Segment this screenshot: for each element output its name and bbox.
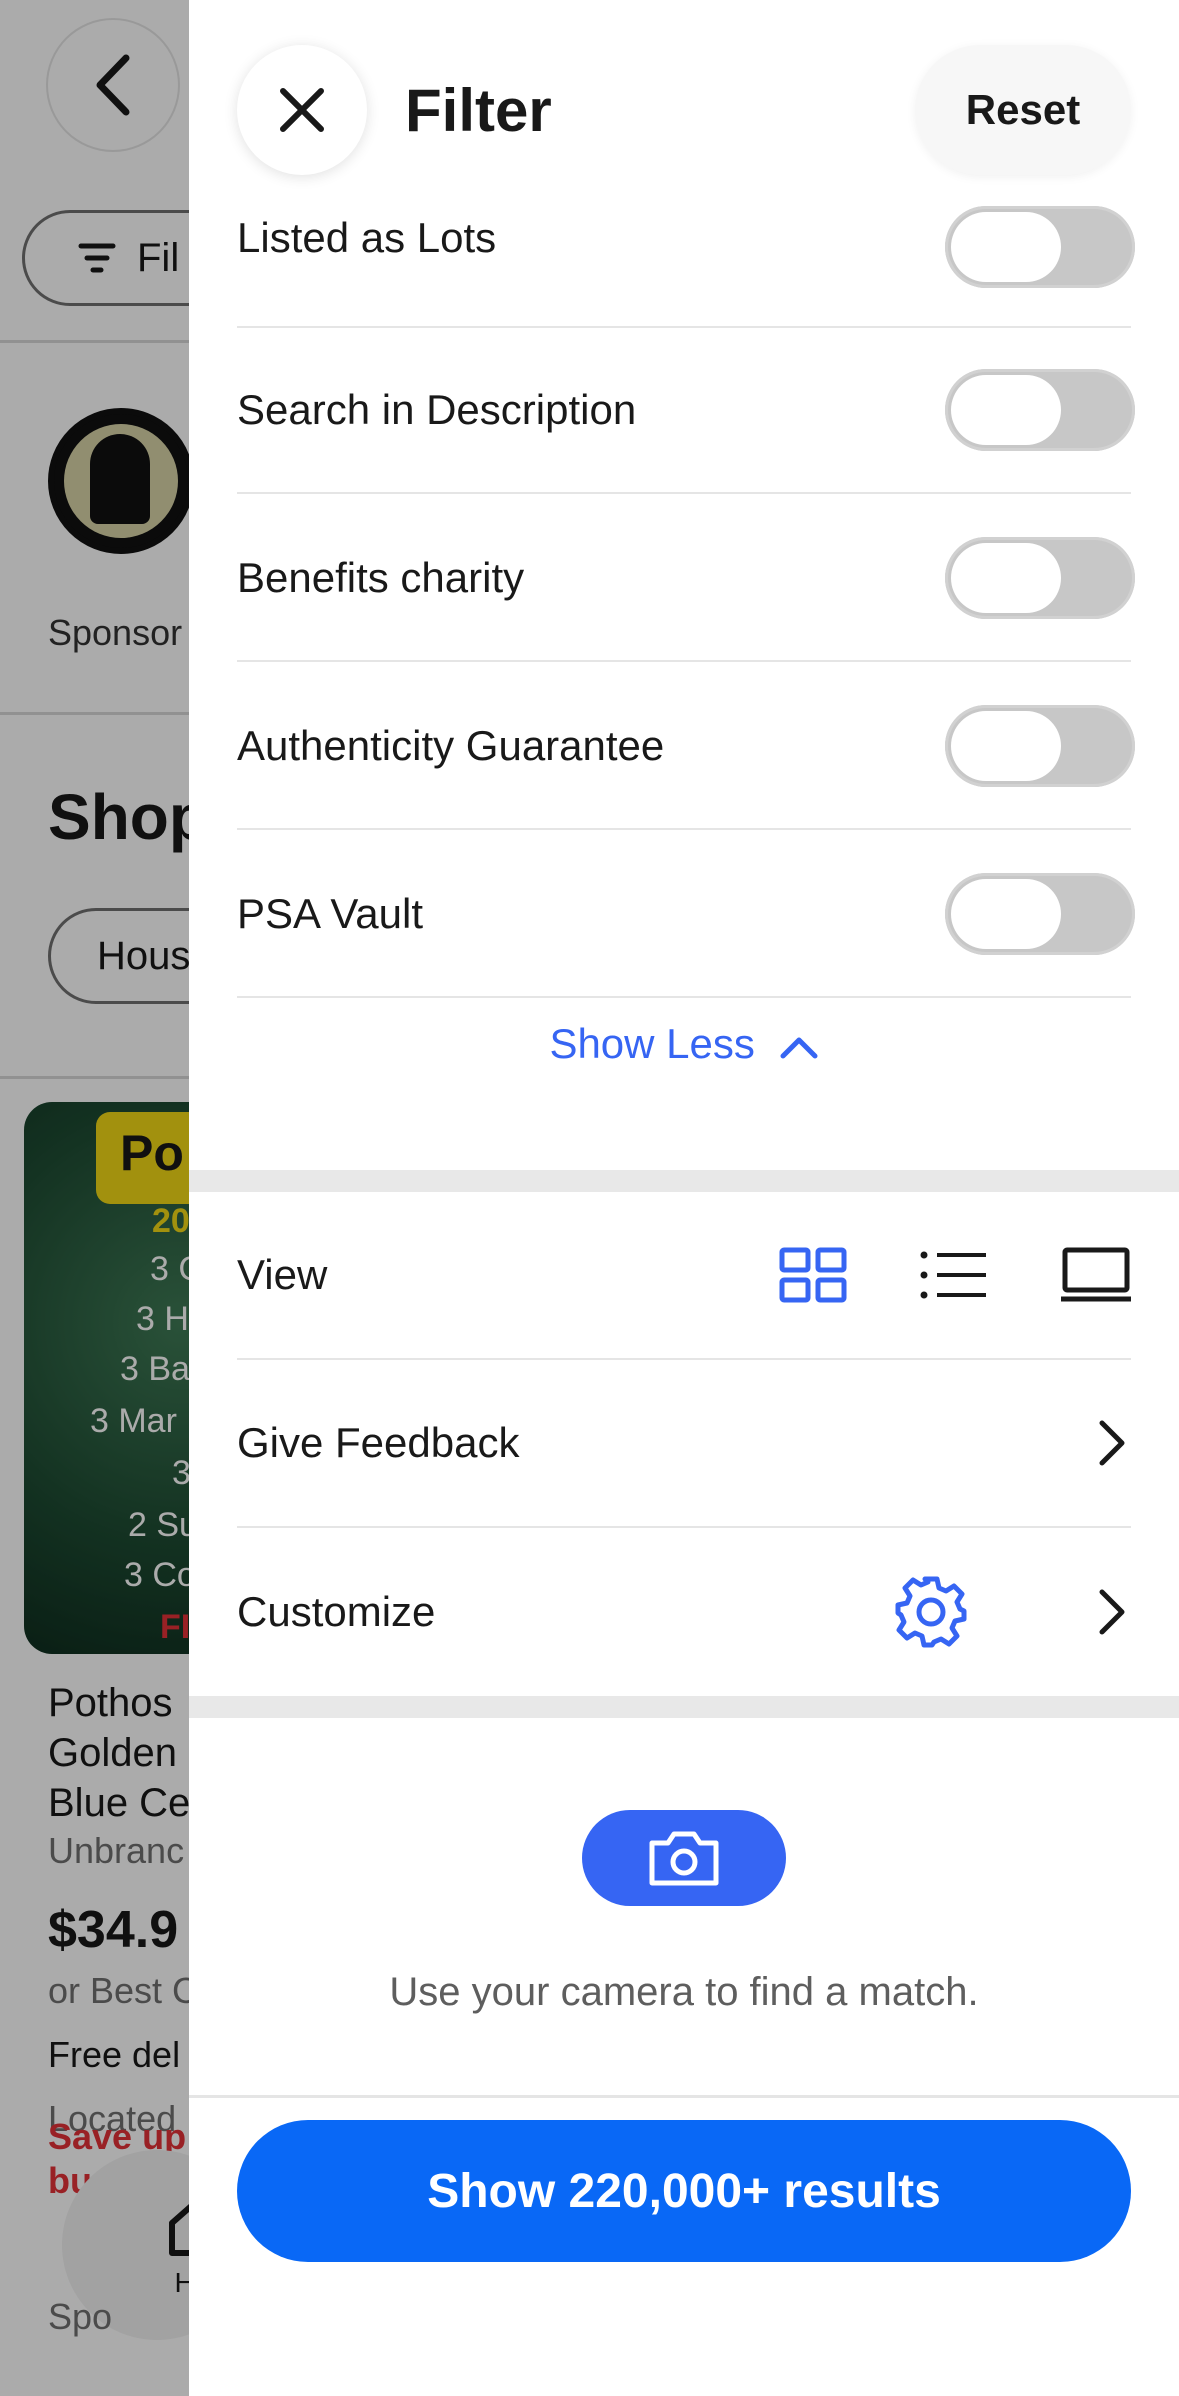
grid-view-button[interactable] <box>779 1247 847 1303</box>
customize-row[interactable]: Customize <box>237 1528 1131 1696</box>
customize-label: Customize <box>237 1588 436 1635</box>
psa-vault-toggle[interactable] <box>945 873 1135 955</box>
chevron-right-icon <box>1099 1589 1125 1635</box>
chevron-right-icon <box>1099 1420 1125 1466</box>
camera-search-text: Use your camera to find a match. <box>389 1970 979 2014</box>
close-icon <box>280 88 324 132</box>
list-view-icon <box>920 1251 986 1299</box>
toggle-knob <box>951 212 1061 282</box>
toggle-label: Search in Description <box>237 386 637 433</box>
page-title: Filter <box>405 77 552 144</box>
section-divider <box>189 1170 1179 1192</box>
toggle-knob <box>951 543 1061 613</box>
view-row: View <box>237 1192 1131 1360</box>
chevron-up-icon <box>780 1037 818 1059</box>
give-feedback-label: Give Feedback <box>237 1419 520 1466</box>
toggle-label: PSA Vault <box>237 890 424 937</box>
toggle-knob <box>951 711 1061 781</box>
toggle-row-search-in-description: Search in Description <box>237 328 1135 494</box>
toggle-knob <box>951 879 1061 949</box>
toggle-label: Listed as Lots <box>237 214 497 261</box>
close-button[interactable] <box>237 45 367 175</box>
gear-icon <box>895 1576 967 1648</box>
reset-button[interactable]: Reset <box>915 45 1131 175</box>
toggle-label: Benefits charity <box>237 554 525 601</box>
show-results-button[interactable]: Show 220,000+ results <box>237 2120 1131 2262</box>
toggle-knob <box>951 375 1061 445</box>
filter-panel: Filter Reset Listed as Lots Search in De… <box>189 0 1179 2396</box>
toggle-row-authenticity-guarantee: Authenticity Guarantee <box>237 664 1135 830</box>
listed-as-lots-toggle[interactable] <box>945 206 1135 288</box>
toggle-row-psa-vault: PSA Vault <box>237 832 1135 998</box>
toggle-row-benefits-charity: Benefits charity <box>237 496 1135 662</box>
filter-header: Filter Reset <box>189 0 1179 200</box>
toggle-label: Authenticity Guarantee <box>237 722 665 769</box>
gallery-view-icon <box>1061 1247 1131 1302</box>
give-feedback-row[interactable]: Give Feedback <box>237 1360 1131 1528</box>
camera-search-button[interactable] <box>582 1810 786 1906</box>
footer-divider <box>189 2095 1179 2098</box>
benefits-charity-toggle[interactable] <box>945 537 1135 619</box>
gallery-view-button[interactable] <box>1061 1247 1131 1303</box>
show-less-label: Show Less <box>549 1020 755 1067</box>
camera-icon <box>649 1831 719 1886</box>
authenticity-guarantee-toggle[interactable] <box>945 705 1135 787</box>
view-options <box>779 1247 1131 1303</box>
grid-view-icon <box>779 1247 847 1303</box>
section-divider <box>189 1696 1179 1718</box>
list-view-button[interactable] <box>919 1249 989 1301</box>
show-less-link[interactable]: Show Less <box>189 1020 1179 1068</box>
view-label: View <box>237 1251 328 1298</box>
search-in-description-toggle[interactable] <box>945 369 1135 451</box>
